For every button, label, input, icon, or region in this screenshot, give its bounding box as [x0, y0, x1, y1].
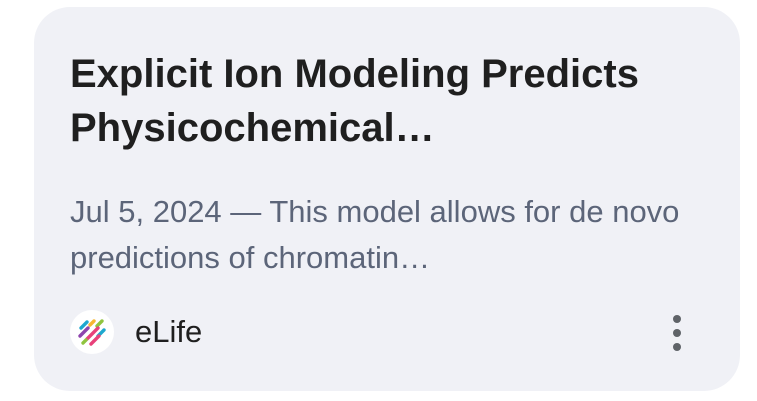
- source-name: eLife: [135, 314, 203, 349]
- result-source[interactable]: eLife: [70, 309, 202, 355]
- result-title[interactable]: Explicit Ion Modeling Predicts Physicoch…: [70, 47, 710, 155]
- more-vert-icon[interactable]: [662, 311, 692, 355]
- menu-dot: [673, 329, 681, 337]
- menu-dot: [673, 315, 681, 323]
- search-result-card[interactable]: Explicit Ion Modeling Predicts Physicoch…: [34, 7, 740, 391]
- result-snippet: Jul 5, 2024 — This model allows for de n…: [70, 194, 680, 275]
- menu-dot: [673, 343, 681, 351]
- elife-logo-icon: [70, 310, 114, 354]
